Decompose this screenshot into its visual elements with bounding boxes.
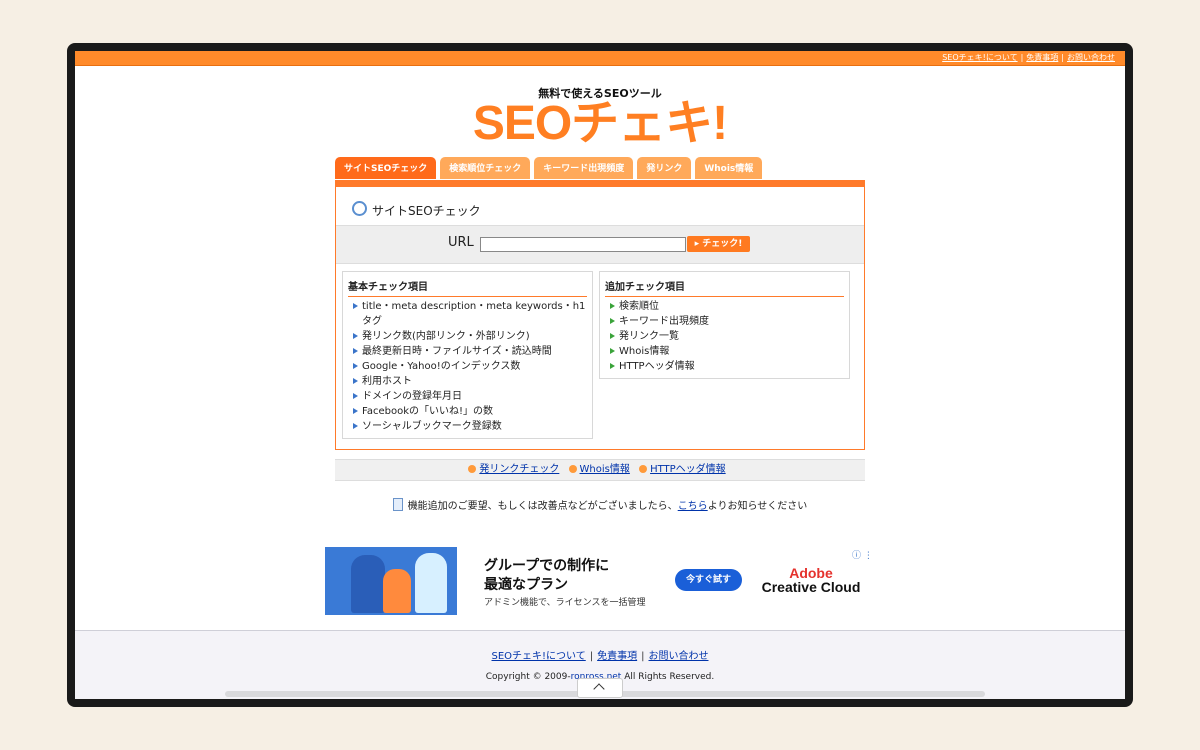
- tab-outbound-links[interactable]: 発リンク: [637, 157, 692, 179]
- scroll-up-button[interactable]: [577, 678, 623, 698]
- footer-link-disclaimer[interactable]: 免責事項: [597, 651, 637, 662]
- list-item: 発リンク数(内部リンク・外部リンク): [353, 329, 586, 344]
- ad-headline-line1: グループでの制作に: [484, 558, 610, 574]
- footer-link-about[interactable]: SEOチェキ!について: [492, 651, 586, 662]
- panel-title-text: サイトSEOチェック: [372, 204, 481, 218]
- tool-tabs: サイトSEOチェック 検索順位チェック キーワード出現頻度 発リンク Whois…: [335, 157, 763, 179]
- top-link-about[interactable]: SEOチェキ!について: [942, 53, 1017, 62]
- list-item: HTTPヘッダ情報: [610, 359, 843, 374]
- ad-brand-line2: Creative Cloud: [761, 579, 861, 595]
- arrow-circle-icon: [468, 465, 477, 473]
- list-item: 最終更新日時・ファイルサイズ・読込時間: [353, 344, 586, 359]
- panel-title: サイトSEOチェック: [352, 201, 481, 219]
- header: 無料で使えるSEOツール SEOチェキ!: [75, 85, 1125, 149]
- device-frame: SEOチェキ!について | 免責事項 | お問い合わせ 無料で使えるSEOツール SEO…: [67, 43, 1133, 707]
- list-item: Facebookの「いいね!」の数: [353, 404, 586, 419]
- magnifier-icon: [352, 201, 367, 216]
- ad-brand-line1: Adobe: [789, 565, 833, 581]
- notice-text-after: よりお知らせください: [707, 501, 808, 512]
- site-logo[interactable]: SEOチェキ!: [75, 99, 1125, 149]
- ad-cta-button[interactable]: 今すぐ試す: [675, 569, 742, 591]
- browser-viewport: SEOチェキ!について | 免責事項 | お問い合わせ 無料で使えるSEOツール SEO…: [75, 51, 1125, 699]
- url-input[interactable]: [480, 237, 686, 252]
- ad-headline: グループでの制作に 最適なプラン: [484, 557, 609, 595]
- ad-people-image: [325, 547, 457, 615]
- top-link-disclaimer[interactable]: 免責事項: [1026, 53, 1058, 62]
- top-link-contact[interactable]: お問い合わせ: [1067, 53, 1115, 62]
- feedback-notice: 機能追加のご要望、もしくは改善点などがございましたら、こちらよりお知らせください: [75, 497, 1125, 512]
- footer-link-contact[interactable]: お問い合わせ: [649, 651, 709, 662]
- list-item: title・meta description・meta keywords・h1タ…: [353, 299, 586, 329]
- list-item: キーワード出現頻度: [610, 314, 843, 329]
- ad-info-icon[interactable]: ⓘ ⋮: [852, 548, 873, 561]
- check-button-label: チェック!: [702, 239, 743, 249]
- list-item: Google・Yahoo!のインデックス数: [353, 359, 586, 374]
- check-button[interactable]: ▸ チェック!: [687, 236, 750, 252]
- list-item: ドメインの登録年月日: [353, 389, 586, 404]
- notice-text-before: 機能追加のご要望、もしくは改善点などがございましたら、: [407, 501, 678, 512]
- tool-links-bar: 発リンクチェック Whois情報 HTTPヘッダ情報: [335, 459, 865, 481]
- arrow-circle-icon: [639, 465, 648, 473]
- link-http-header[interactable]: HTTPヘッダ情報: [650, 464, 726, 475]
- basic-check-items: 基本チェック項目 title・meta description・meta key…: [342, 271, 593, 439]
- link-whois[interactable]: Whois情報: [580, 464, 630, 475]
- list-item: 発リンク一覧: [610, 329, 843, 344]
- tab-rank-check[interactable]: 検索順位チェック: [440, 157, 531, 179]
- document-icon: [392, 498, 403, 511]
- adobe-logo: Adobe Creative Cloud: [761, 566, 861, 594]
- copyright-prefix: Copyright © 2009-: [485, 672, 571, 682]
- list-item: ソーシャルブックマーク登録数: [353, 419, 586, 434]
- extra-check-items: 追加チェック項目 検索順位 キーワード出現頻度 発リンク一覧 Whois情報 H…: [599, 271, 850, 379]
- arrow-circle-icon: [568, 465, 577, 473]
- site-seo-check-panel: サイトSEOチェック URL ▸ チェック! 基本チェック項目 title・me…: [335, 180, 865, 450]
- url-form: URL ▸ チェック!: [336, 225, 864, 264]
- list-item: 検索順位: [610, 299, 843, 314]
- tab-site-seo-check[interactable]: サイトSEOチェック: [335, 157, 437, 179]
- advertisement-banner[interactable]: グループでの制作に 最適なプラン アドミン機能で、ライセンスを一括管理 今すぐ試…: [325, 547, 875, 617]
- list-item: Whois情報: [610, 344, 843, 359]
- tab-whois[interactable]: Whois情報: [695, 157, 763, 179]
- tab-keyword-frequency[interactable]: キーワード出現頻度: [534, 157, 634, 179]
- ad-headline-line2: 最適なプラン: [484, 577, 568, 593]
- extra-check-title: 追加チェック項目: [605, 278, 844, 297]
- url-label: URL: [448, 235, 474, 250]
- list-item: 利用ホスト: [353, 374, 586, 389]
- footer-links: SEOチェキ!について | 免責事項 | お問い合わせ: [491, 651, 709, 662]
- notice-contact-link[interactable]: こちら: [678, 501, 708, 512]
- top-nav-bar: SEOチェキ!について | 免責事項 | お問い合わせ: [75, 51, 1125, 66]
- ad-subtext: アドミン機能で、ライセンスを一括管理: [484, 598, 646, 608]
- basic-check-title: 基本チェック項目: [348, 278, 587, 297]
- copyright-suffix: All Rights Reserved.: [621, 672, 715, 682]
- link-outbound-check[interactable]: 発リンクチェック: [479, 464, 559, 475]
